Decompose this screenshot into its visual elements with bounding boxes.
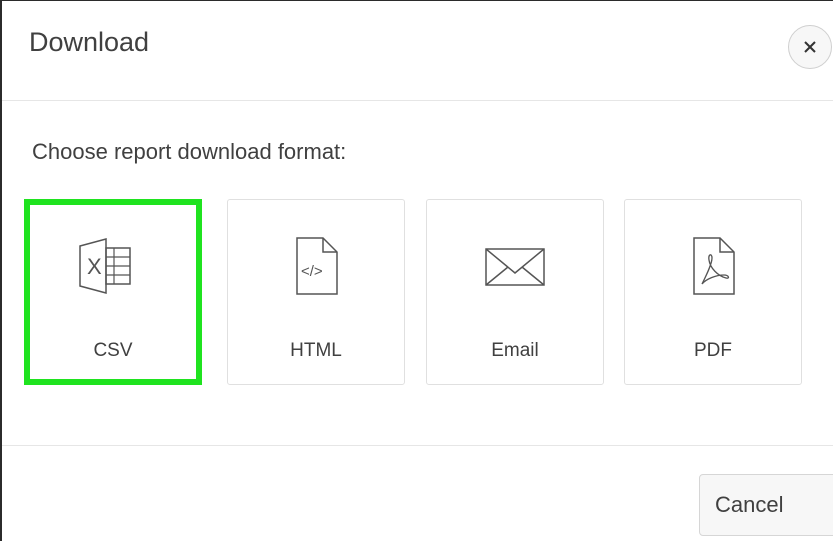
dialog-title: Download [29, 27, 150, 57]
html-file-icon: </> [296, 237, 338, 295]
format-option-pdf[interactable]: PDF [624, 199, 802, 385]
dialog-header: Download [2, 1, 833, 101]
format-option-csv[interactable]: X CSV [24, 199, 202, 385]
pdf-file-icon [693, 237, 735, 295]
dialog-footer: Cancel [2, 445, 833, 542]
svg-text:</>: </> [301, 263, 323, 280]
format-option-email[interactable]: Email [426, 199, 604, 385]
download-dialog: Download Choose report download format: … [0, 0, 833, 541]
format-prompt: Choose report download format: [32, 139, 347, 164]
format-label-csv: CSV [93, 340, 133, 361]
close-button[interactable] [788, 25, 832, 69]
close-icon [804, 41, 816, 53]
format-label-email: Email [491, 340, 539, 361]
format-label-html: HTML [290, 340, 342, 361]
spreadsheet-csv-icon: X [79, 238, 131, 294]
svg-text:X: X [87, 254, 102, 279]
envelope-icon [485, 248, 545, 286]
format-label-pdf: PDF [694, 340, 732, 361]
cancel-button[interactable]: Cancel [699, 474, 833, 536]
format-option-html[interactable]: </> HTML [227, 199, 405, 385]
